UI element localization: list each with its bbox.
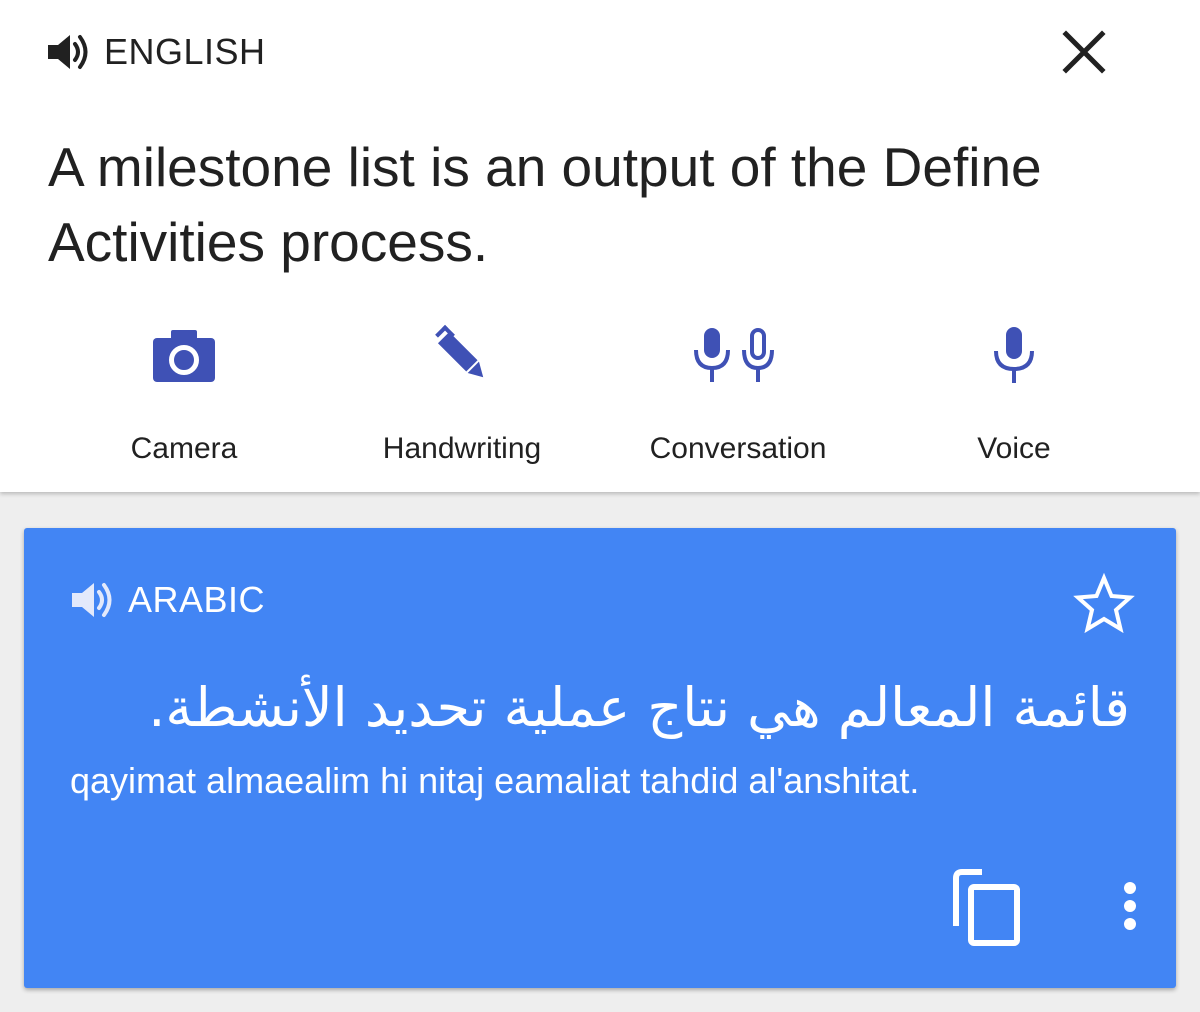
speaker-icon[interactable] xyxy=(70,580,118,620)
translated-text[interactable]: قائمة المعالم هي نتاج عملية تحديد الأنشط… xyxy=(70,668,1130,748)
transliteration-text: qayimat almaealim hi nitaj eamaliat tahd… xyxy=(70,760,920,801)
camera-icon xyxy=(153,330,215,382)
speaker-icon[interactable] xyxy=(46,32,94,72)
handwriting-label: Handwriting xyxy=(382,432,542,465)
translation-card: ARABIC قائمة المعالم هي نتاج عملية تحديد… xyxy=(24,528,1176,988)
favorite-button[interactable] xyxy=(1072,572,1136,636)
target-language-row[interactable]: ARABIC xyxy=(70,578,265,622)
source-text[interactable]: A milestone list is an output of the Def… xyxy=(48,130,1148,280)
voice-label: Voice xyxy=(977,432,1051,465)
dual-microphone-icon xyxy=(694,328,774,382)
star-icon xyxy=(1073,572,1135,634)
more-vertical-icon xyxy=(1124,882,1136,930)
conversation-button[interactable]: Conversation xyxy=(618,320,858,480)
camera-button[interactable]: Camera xyxy=(64,320,304,480)
conversation-label: Conversation xyxy=(649,432,827,465)
handwriting-button[interactable]: Handwriting xyxy=(342,320,582,480)
source-language-label: ENGLISH xyxy=(104,31,266,72)
pen-icon xyxy=(435,324,484,378)
target-language-label: ARABIC xyxy=(128,579,266,620)
copy-icon xyxy=(953,869,1020,946)
copy-button[interactable] xyxy=(952,868,1028,948)
close-button[interactable] xyxy=(1056,24,1112,80)
camera-label: Camera xyxy=(130,432,238,465)
microphone-icon xyxy=(994,327,1034,383)
voice-button[interactable]: Voice xyxy=(894,320,1134,480)
close-icon xyxy=(1062,30,1106,74)
more-options-button[interactable] xyxy=(1100,868,1160,948)
source-language-row[interactable]: ENGLISH xyxy=(46,30,266,74)
source-panel: ENGLISH A milestone list is an output of… xyxy=(0,0,1200,492)
